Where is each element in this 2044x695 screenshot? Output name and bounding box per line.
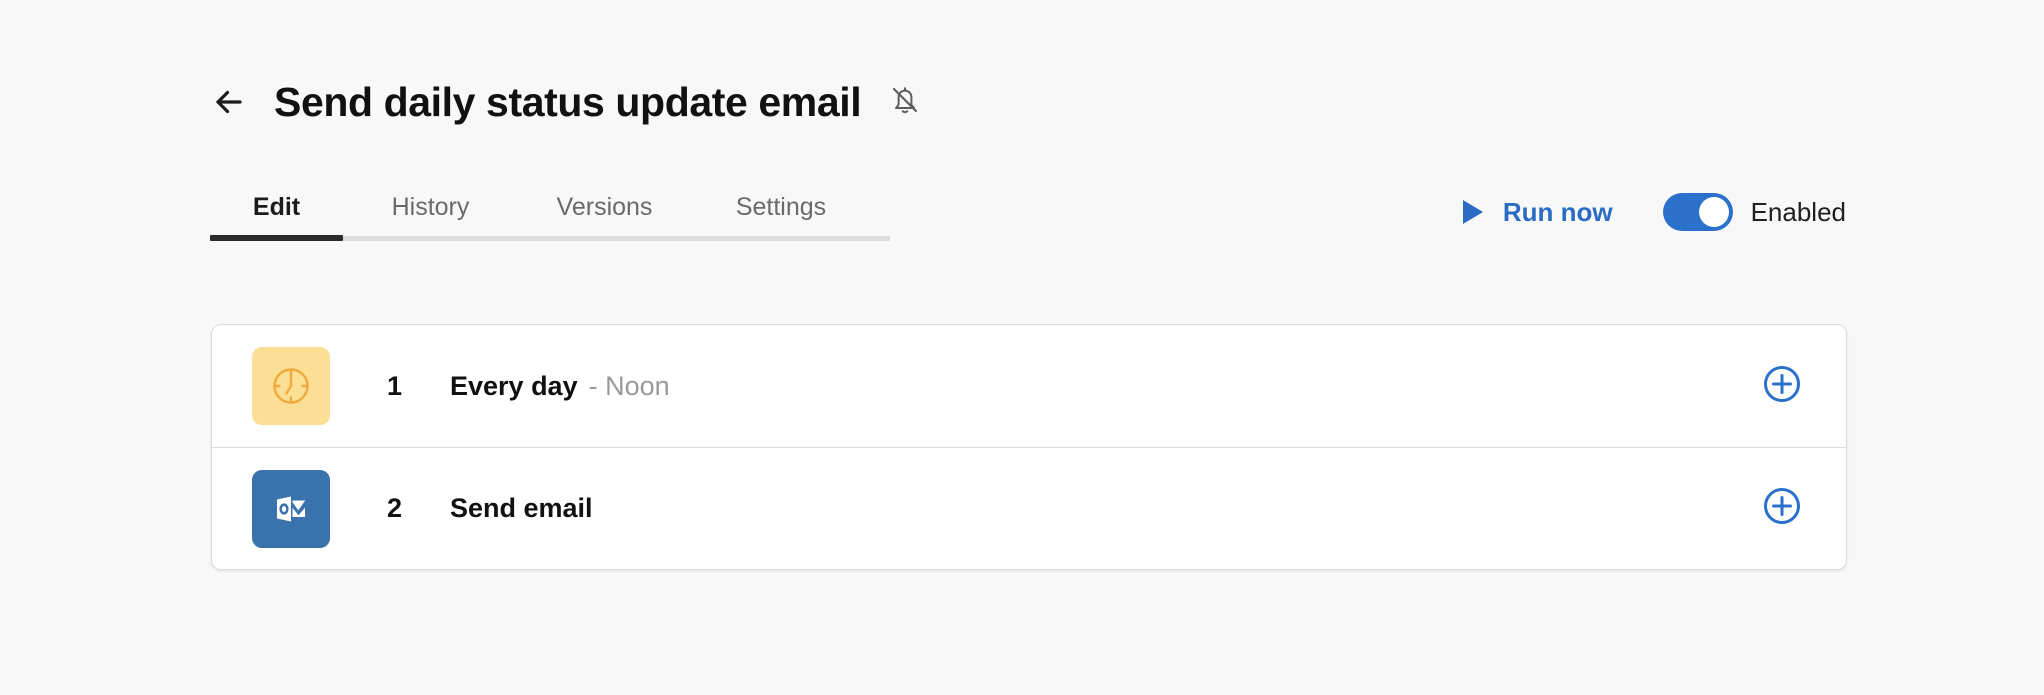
flow-steps-card: 1 Every day - Noon 2 Send email <box>211 324 1847 570</box>
flow-detail-page: Send daily status update email Edit Hist… <box>0 0 2044 695</box>
tab-history[interactable]: History <box>343 195 518 236</box>
run-now-button[interactable]: Run now <box>1459 197 1613 227</box>
plus-circle-icon <box>1760 484 1804 533</box>
notifications-off-button[interactable] <box>883 80 927 124</box>
step-text: Send email <box>450 495 604 522</box>
run-now-label: Run now <box>1502 197 1613 227</box>
page-title: Send daily status update email <box>274 78 862 125</box>
tab-versions-label: Versions <box>556 193 653 221</box>
step-text: Every day - Noon <box>450 370 670 401</box>
step-subtitle: - Noon <box>588 370 670 401</box>
header-actions: Run now Enabled <box>1459 186 1846 238</box>
tab-edit-label: Edit <box>252 193 301 221</box>
step-title: Every day <box>450 370 578 401</box>
clock-icon <box>252 347 330 425</box>
step-number: 1 <box>387 370 403 401</box>
enabled-toggle-group: Enabled <box>1662 193 1846 231</box>
tab-versions[interactable]: Versions <box>518 195 691 236</box>
tab-active-indicator <box>210 235 343 241</box>
bell-off-icon <box>885 80 925 125</box>
add-step-button[interactable] <box>1758 485 1806 533</box>
outlook-icon <box>252 469 330 548</box>
step-title: Send email <box>450 493 593 523</box>
page-header: Send daily status update email <box>210 72 927 132</box>
tab-edit[interactable]: Edit <box>210 195 343 236</box>
plus-circle-icon <box>1760 362 1804 411</box>
tab-underline-track <box>210 235 890 241</box>
play-icon <box>1459 197 1487 227</box>
enabled-toggle[interactable] <box>1662 193 1733 231</box>
arrow-left-icon <box>210 79 256 125</box>
step-number: 2 <box>387 493 403 523</box>
flow-step-row[interactable]: 2 Send email <box>212 447 1846 569</box>
tab-settings-label: Settings <box>735 193 827 221</box>
tab-settings[interactable]: Settings <box>691 195 871 236</box>
tab-history-label: History <box>391 193 470 221</box>
back-button[interactable] <box>210 79 256 125</box>
toggle-knob <box>1698 197 1729 227</box>
flow-step-row[interactable]: 1 Every day - Noon <box>212 325 1846 447</box>
enabled-toggle-label: Enabled <box>1750 197 1846 227</box>
add-step-button[interactable] <box>1758 362 1806 410</box>
tab-bar: Edit History Versions Settings <box>210 178 890 241</box>
